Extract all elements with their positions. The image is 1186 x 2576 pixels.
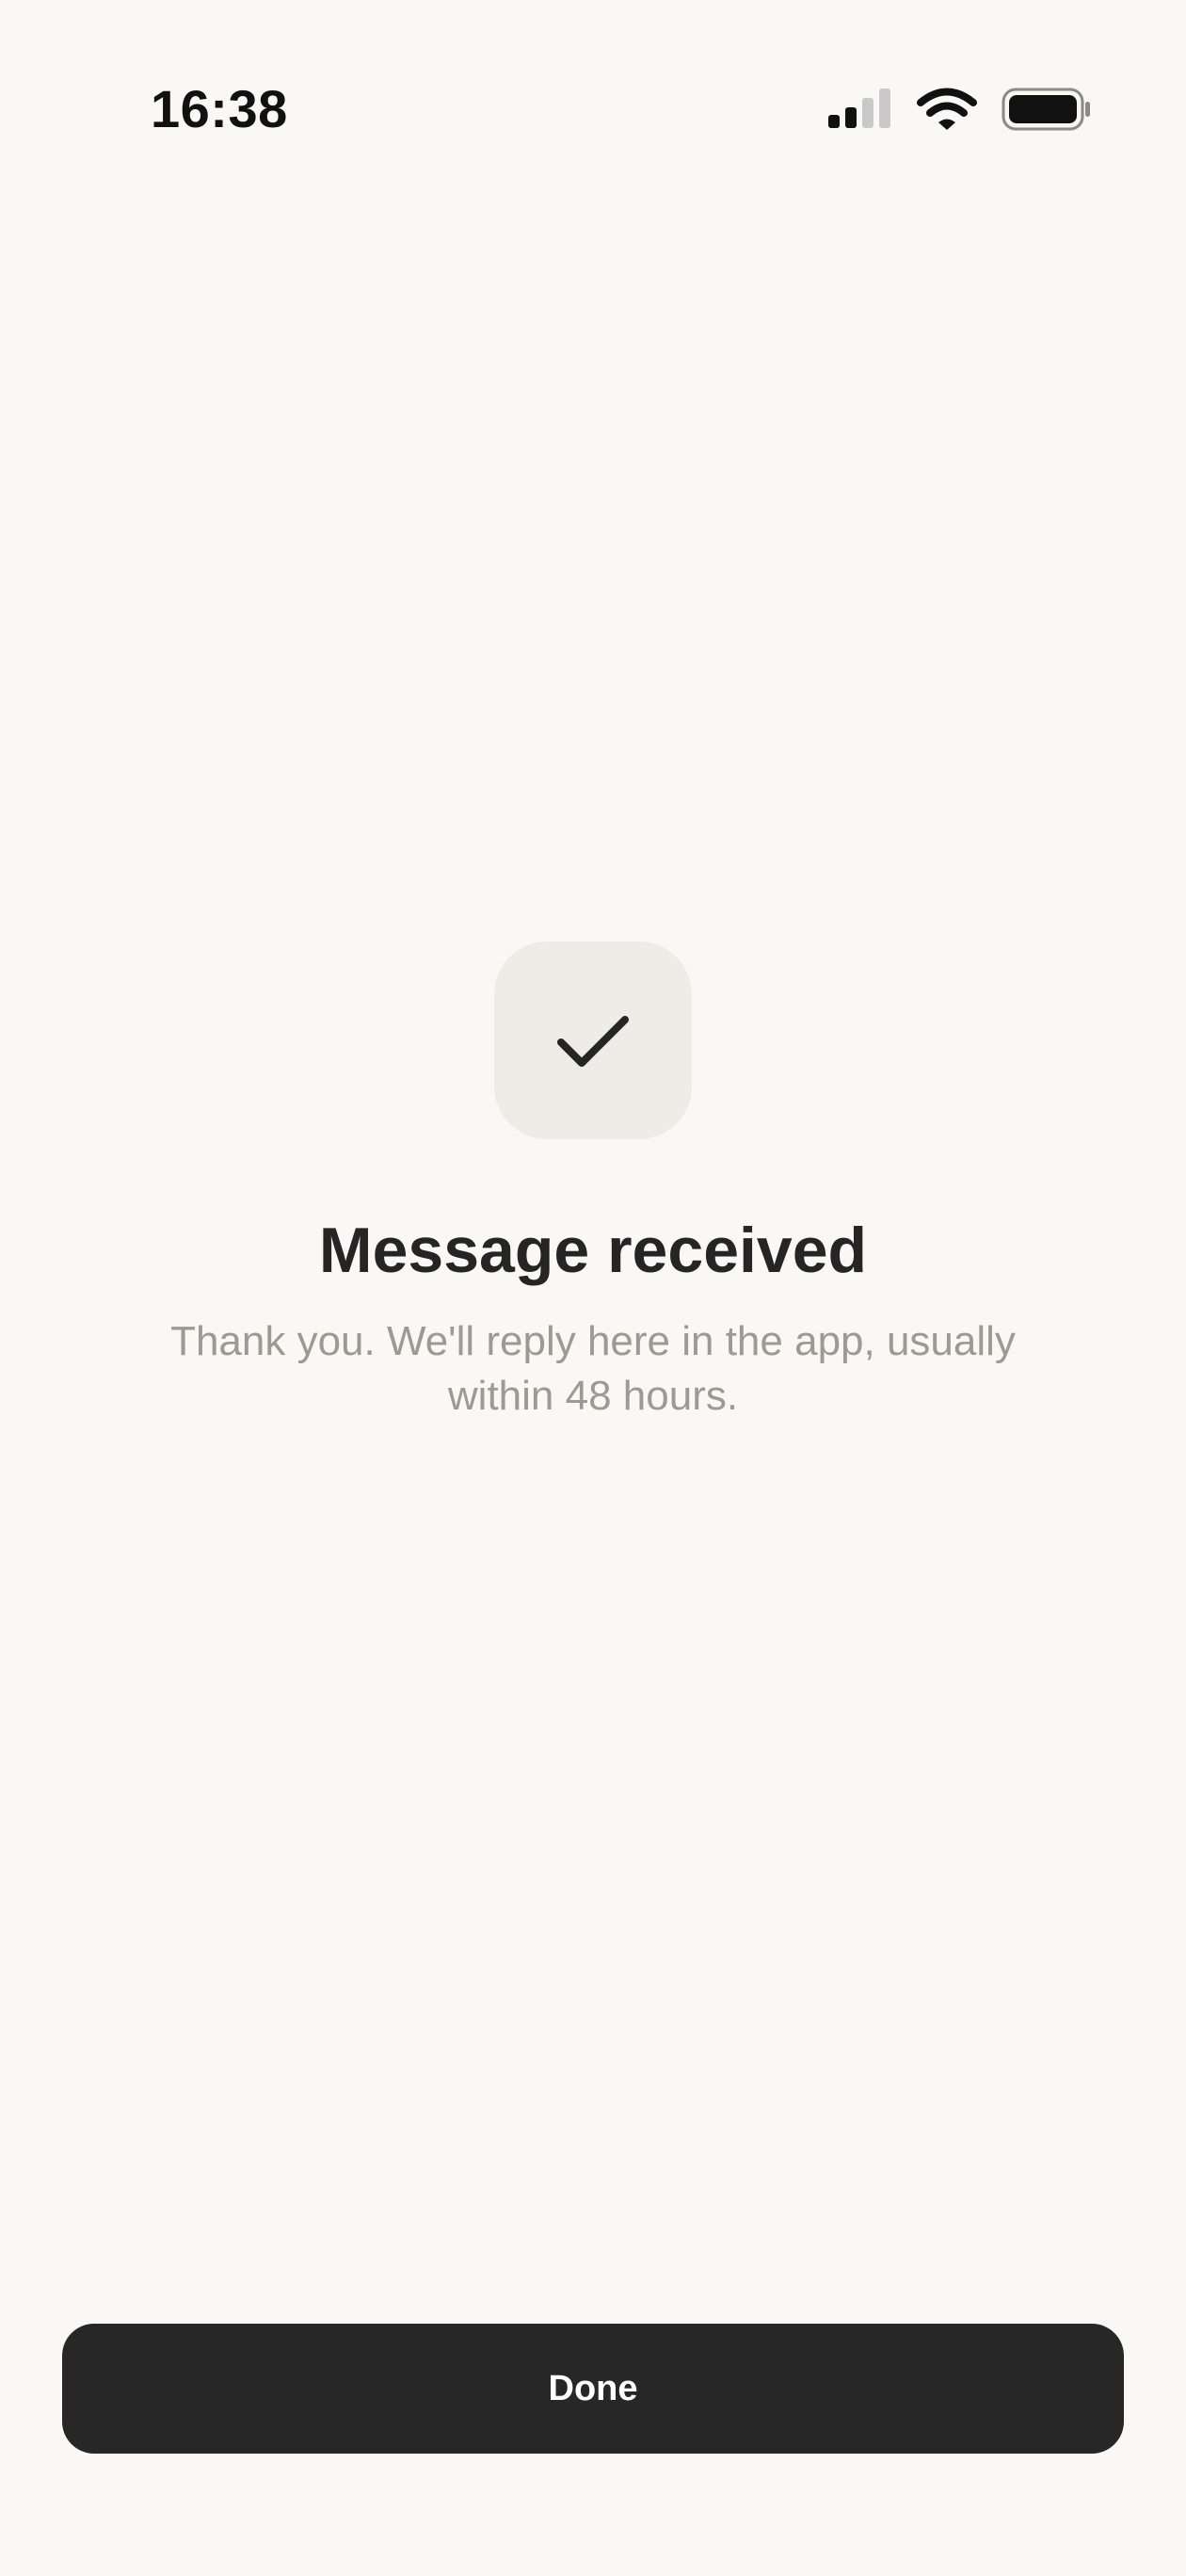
confirmation-content: Message received Thank you. We'll reply … xyxy=(0,942,1186,1424)
wifi-icon xyxy=(917,88,977,130)
confirmation-message: Thank you. We'll reply here in the app, … xyxy=(170,1318,1016,1419)
cellular-signal-icon xyxy=(828,89,890,128)
battery-icon xyxy=(1002,88,1090,131)
status-bar: 16:38 xyxy=(0,0,1186,217)
check-tile xyxy=(494,942,692,1139)
status-time: 16:38 xyxy=(151,79,288,138)
confirmation-title: Message received xyxy=(318,1215,868,1286)
done-button[interactable]: Done xyxy=(62,2324,1124,2454)
status-icons xyxy=(826,83,1092,136)
confirmation-screen: 16:38 Message received Thank you. We'll … xyxy=(0,0,1186,2576)
checkmark-icon xyxy=(557,1016,629,1067)
